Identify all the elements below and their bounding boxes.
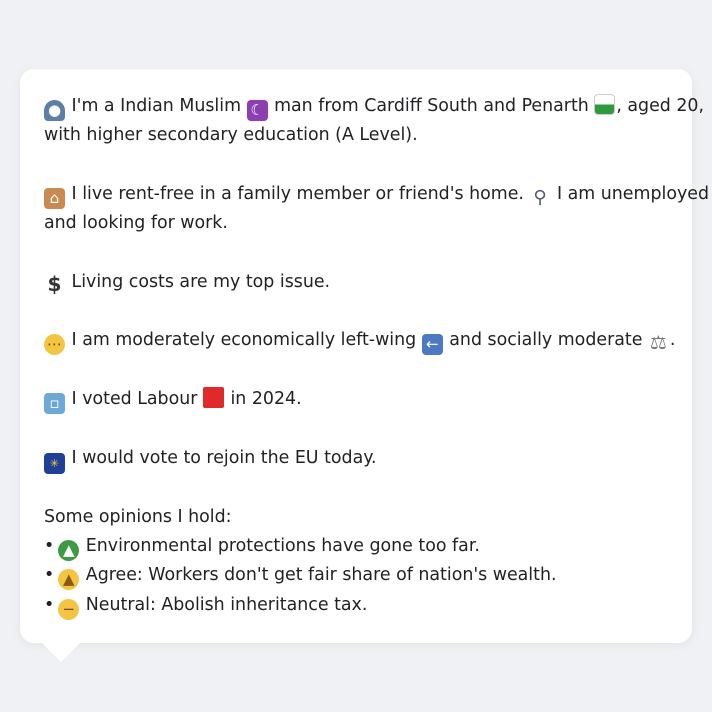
economic-ideology-text: I am moderately economically left-wing <box>71 330 417 351</box>
opinions-heading: Some opinions I hold: <box>44 506 232 527</box>
housing-text: I live rent-free in a family member or f… <box>71 183 524 204</box>
identity-text: I'm a Indian Muslim <box>71 96 242 116</box>
identity-line-1: ● I'm a Indian Muslim ☾ man from Cardiff… <box>44 92 704 121</box>
age-text: , aged 20, <box>616 96 705 116</box>
opinion-item: • − Neutral: Abolish inheritance tax. <box>44 591 668 620</box>
identity-paragraph: ● I'm a Indian Muslim ☾ man from Cardiff… <box>44 92 704 151</box>
education-text: with higher secondary education (A Level… <box>44 125 418 146</box>
eu-paragraph: ✳ I would vote to rejoin the EU today. <box>44 444 668 474</box>
vote-text: I voted Labour <box>71 388 198 409</box>
person-icon: ● <box>44 100 65 121</box>
dollar-sign-icon: $ <box>47 271 62 296</box>
left-arrow-icon: ← <box>421 334 443 356</box>
persona-message-card: ● I'm a Indian Muslim ☾ man from Cardiff… <box>20 69 709 643</box>
thumbs-up-icon: ▲ <box>58 569 80 591</box>
wales-flag-icon <box>594 94 616 115</box>
house-icon: ⌂ <box>44 187 65 209</box>
housing-paragraph: ⌂ I live rent-free in a family member or… <box>44 180 709 239</box>
bullet-icon: • <box>44 536 55 557</box>
thinking-face-icon: ⋯ <box>44 334 65 356</box>
bullet-icon: • <box>44 565 55 586</box>
social-ideology-text: and socially moderate <box>449 330 643 351</box>
eu-flag-icon: ✳ <box>44 452 65 474</box>
vote-paragraph: ▫ I voted Labour in 2024. <box>44 385 668 414</box>
neutral-face-icon: − <box>58 598 80 620</box>
star-and-crescent-icon: ☾ <box>246 100 268 121</box>
employment-text-cont: and looking for work. <box>44 213 228 234</box>
opinions-section: Some opinions I hold: • ▲ Environmental p… <box>44 503 668 620</box>
opinion-text: Agree: Workers don't get fair share of n… <box>85 565 557 586</box>
opinion-text: Environmental protections have gone too … <box>85 536 480 557</box>
tree-icon: ▲ <box>58 540 80 562</box>
top-issue-paragraph: $ Living costs are my top issue. <box>44 268 668 297</box>
opinion-text: Neutral: Abolish inheritance tax. <box>85 594 368 615</box>
ideology-paragraph: ⋯ I am moderately economically left-wing… <box>44 326 675 356</box>
location-text: man from Cardiff South and Penarth <box>274 96 589 116</box>
eu-text: I would vote to rejoin the EU today. <box>71 447 377 468</box>
opinion-item: • ▲ Agree: Workers don't get fair share o… <box>44 561 668 591</box>
ballot-box-icon: ▫ <box>44 392 65 414</box>
red-square-icon <box>202 386 224 408</box>
housing-line-1: ⌂ I live rent-free in a family member or… <box>44 180 709 209</box>
opinion-item: • ▲ Environmental protections have gone t… <box>44 532 668 562</box>
ideology-period: . <box>669 330 676 351</box>
employment-text: I am unemployed <box>556 183 709 204</box>
bullet-icon: • <box>44 594 55 615</box>
speech-bubble-tail <box>41 642 81 662</box>
magnifying-glass-icon: ⚲ <box>533 186 547 208</box>
vote-year-text: in 2024. <box>230 388 302 409</box>
balance-scale-icon: ⚖ <box>649 332 667 355</box>
top-issue-text: Living costs are my top issue. <box>71 271 331 292</box>
